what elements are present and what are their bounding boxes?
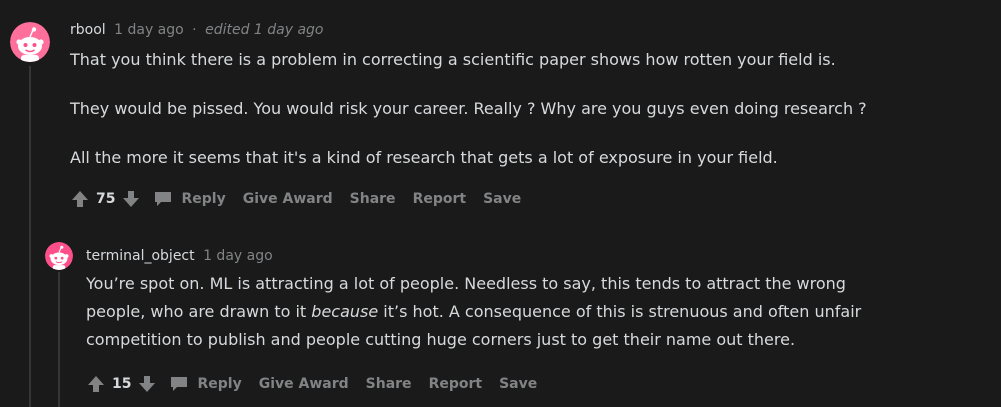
comment-paragraph: That you think there is a problem in cor… xyxy=(70,50,836,69)
thread-line-reply[interactable] xyxy=(58,272,60,407)
give-award-button[interactable]: Give Award xyxy=(259,376,349,392)
edited-label: edited 1 day ago xyxy=(205,22,324,38)
comment-paragraph: All the more it seems that it's a kind o… xyxy=(70,148,778,167)
comment-paragraph: They would be pissed. You would risk you… xyxy=(70,99,867,118)
reply-meta: terminal_object 1 day ago xyxy=(86,247,273,265)
report-button[interactable]: Report xyxy=(413,191,467,207)
downvote-icon[interactable] xyxy=(121,189,141,209)
save-button[interactable]: Save xyxy=(499,376,537,392)
upvote-icon[interactable] xyxy=(70,189,90,209)
thread-line-root[interactable] xyxy=(29,66,31,407)
reply-text: it’s hot. A consequence of this is stren… xyxy=(378,302,862,321)
avatar[interactable] xyxy=(45,242,73,270)
meta-separator: · xyxy=(192,22,197,38)
share-button[interactable]: Share xyxy=(350,191,396,207)
avatar[interactable] xyxy=(10,22,50,62)
reply-actions: 15 Reply Give Award Share Report Save xyxy=(86,372,537,396)
vote-score: 75 xyxy=(96,191,116,207)
reply-text: people, who are drawn to it xyxy=(86,302,312,321)
reply-button[interactable]: Reply xyxy=(169,374,242,394)
vote-score: 15 xyxy=(112,376,132,392)
save-button[interactable]: Save xyxy=(483,191,521,207)
downvote-icon[interactable] xyxy=(137,374,157,394)
report-button[interactable]: Report xyxy=(429,376,483,392)
upvote-icon[interactable] xyxy=(86,374,106,394)
comment-actions: 75 Reply Give Award Share Report Save xyxy=(70,187,521,211)
share-button[interactable]: Share xyxy=(366,376,412,392)
comment-body: That you think there is a problem in cor… xyxy=(70,49,867,168)
reply-line: competition to publish and people cuttin… xyxy=(86,330,796,349)
reply-icon xyxy=(153,189,173,209)
reply-label: Reply xyxy=(197,376,242,392)
reply-icon xyxy=(169,374,189,394)
reply-timestamp[interactable]: 1 day ago xyxy=(203,248,273,264)
comment-timestamp[interactable]: 1 day ago xyxy=(114,22,184,38)
comment-meta: rbool 1 day ago · edited 1 day ago xyxy=(70,21,324,39)
comment-author[interactable]: rbool xyxy=(70,22,106,38)
reply-label: Reply xyxy=(181,191,226,207)
reply-line: people, who are drawn to it because it’s… xyxy=(86,298,861,326)
reply-body: You’re spot on. ML is attracting a lot o… xyxy=(86,270,861,354)
reply-line: You’re spot on. ML is attracting a lot o… xyxy=(86,274,846,293)
give-award-button[interactable]: Give Award xyxy=(243,191,333,207)
reply-emphasis: because xyxy=(311,302,379,321)
reply-button[interactable]: Reply xyxy=(153,189,226,209)
snoo-avatar-icon xyxy=(45,242,73,270)
comment-thread: rbool 1 day ago · edited 1 day ago That … xyxy=(0,0,1001,407)
snoo-avatar-icon xyxy=(10,22,50,62)
reply-author[interactable]: terminal_object xyxy=(86,248,195,264)
